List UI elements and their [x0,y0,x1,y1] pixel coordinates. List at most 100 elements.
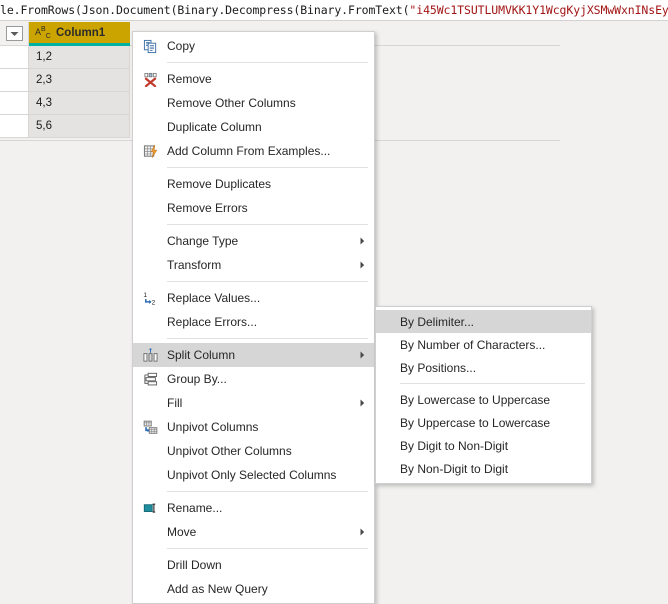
chevron-right-icon [360,237,364,245]
split-column-icon [142,347,158,362]
menu-separator [167,281,368,282]
menu-replace-values[interactable]: 1 2 Replace Values... [133,286,374,310]
cell-column1[interactable]: 5,6 [29,115,130,138]
submenu-by-lowercase-to-uppercase[interactable]: By Lowercase to Uppercase [376,388,591,411]
menu-duplicate-column[interactable]: Duplicate Column [133,115,374,139]
submenu-item-label: By Delimiter... [400,314,475,329]
submenu-item-label: By Number of Characters... [400,337,546,352]
submenu-by-non-digit-to-digit[interactable]: By Non-Digit to Digit [376,457,591,480]
formula-string-literal: "i45Wc1TSUTLUMVKK1Y1WcgKyjXSMwWxnINsEynY… [409,3,668,17]
menu-item-label: Rename... [167,501,223,515]
submenu-by-uppercase-to-lowercase[interactable]: By Uppercase to Lowercase [376,411,591,434]
column-header-column1[interactable]: ABC Column1 [29,22,130,46]
submenu-arrow [354,399,370,407]
rename-icon-slot [133,501,167,516]
menu-item-label: Change Type [167,234,239,248]
split-column-submenu: By Delimiter... By Number of Characters..… [375,306,592,484]
svg-text:1: 1 [143,292,147,299]
menu-item-label: Remove Other Columns [167,96,296,110]
menu-rename[interactable]: Rename... [133,496,374,520]
column-filter-button[interactable] [6,26,23,41]
submenu-item-label: By Positions... [400,360,477,375]
copy-icon [143,39,156,53]
menu-item-label: Split Column [167,348,236,362]
chevron-down-icon [10,31,19,36]
menu-remove-duplicates[interactable]: Remove Duplicates [133,172,374,196]
menu-item-label: Remove [167,72,212,86]
chevron-right-icon [360,399,364,407]
split-column-icon-slot [133,347,167,363]
cell-column1[interactable]: 1,2 [29,46,130,69]
formula-bar[interactable]: le.FromRows(Json.Document(Binary.Decompr… [0,0,668,21]
submenu-separator [400,383,585,384]
column-header-label: Column1 [56,26,106,39]
menu-item-label: Copy [167,39,196,53]
menu-change-type[interactable]: Change Type [133,229,374,253]
menu-remove-other-columns[interactable]: Remove Other Columns [133,91,374,115]
submenu-item-label: By Lowercase to Uppercase [400,392,551,407]
submenu-item-label: By Digit to Non-Digit [400,438,509,453]
menu-item-label: Unpivot Other Columns [167,444,292,458]
submenu-by-number-of-characters[interactable]: By Number of Characters... [376,333,591,356]
menu-item-label: Transform [167,258,222,272]
submenu-arrow [354,261,370,269]
remove-columns-icon-slot [133,72,167,87]
menu-item-label: Unpivot Only Selected Columns [167,468,337,482]
menu-item-label: Add as New Query [167,582,268,596]
group-by-icon [143,372,157,385]
remove-columns-icon [143,72,157,87]
submenu-by-positions[interactable]: By Positions... [376,356,591,379]
replace-values-icon-slot: 12 [133,291,167,306]
submenu-by-digit-to-non-digit[interactable]: By Digit to Non-Digit [376,434,591,457]
row-number-cell [0,92,29,115]
chevron-right-icon [360,528,364,536]
menu-separator [167,167,368,168]
menu-add-as-new-query[interactable]: Add as New Query [133,577,374,601]
row-number-cell [0,46,29,69]
menu-item-label: Replace Values... [167,291,261,305]
chevron-right-icon [360,261,364,269]
menu-remove-errors[interactable]: Remove Errors [133,196,374,220]
menu-item-label: Drill Down [167,558,222,572]
unpivot-columns-icon-slot [133,420,167,435]
menu-remove[interactable]: Remove [133,67,374,91]
menu-unpivot-only-selected-columns[interactable]: Unpivot Only Selected Columns [133,463,374,487]
row-number-header [0,22,29,46]
menu-separator [167,338,368,339]
submenu-by-delimiter[interactable]: By Delimiter... [376,310,591,333]
menu-separator [167,548,368,549]
menu-fill[interactable]: Fill [133,391,374,415]
row-number-cell [0,115,29,138]
cell-column1[interactable]: 2,3 [29,69,130,92]
add-column-from-examples-icon-slot [133,144,167,159]
menu-copy[interactable]: Copy [133,34,374,58]
menu-separator [167,491,368,492]
menu-item-label: Remove Duplicates [167,177,272,191]
menu-move[interactable]: Move [133,520,374,544]
column-context-menu: Copy Remove Remove Other Columns Duplicate … [132,31,375,604]
menu-item-label: Replace Errors... [167,315,258,329]
cell-column1[interactable]: 4,3 [29,92,130,115]
copy-icon-slot [133,39,167,54]
formula-expression-text: le.FromRows(Json.Document(Binary.Decompr… [0,3,410,17]
menu-group-by[interactable]: Group By... [133,367,374,391]
menu-add-column-from-examples[interactable]: Add Column From Examples... [133,139,374,163]
submenu-item-label: By Uppercase to Lowercase [400,415,551,430]
menu-item-label: Unpivot Columns [167,420,259,434]
rename-icon [143,503,155,513]
menu-unpivot-columns[interactable]: Unpivot Columns [133,415,374,439]
row-number-cell [0,69,29,92]
menu-transform[interactable]: Transform [133,253,374,277]
menu-item-label: Move [167,525,197,539]
menu-drill-down[interactable]: Drill Down [133,553,374,577]
submenu-item-label: By Non-Digit to Digit [400,461,509,476]
menu-item-label: Remove Errors [167,201,248,215]
menu-separator [167,62,368,63]
menu-replace-errors[interactable]: Replace Errors... [133,310,374,334]
menu-split-column[interactable]: Split Column [133,343,374,367]
menu-unpivot-other-columns[interactable]: Unpivot Other Columns [133,439,374,463]
submenu-arrow [354,351,370,359]
replace-values-icon: 12 [143,292,155,306]
submenu-arrow [354,237,370,245]
svg-text:2: 2 [151,299,155,305]
